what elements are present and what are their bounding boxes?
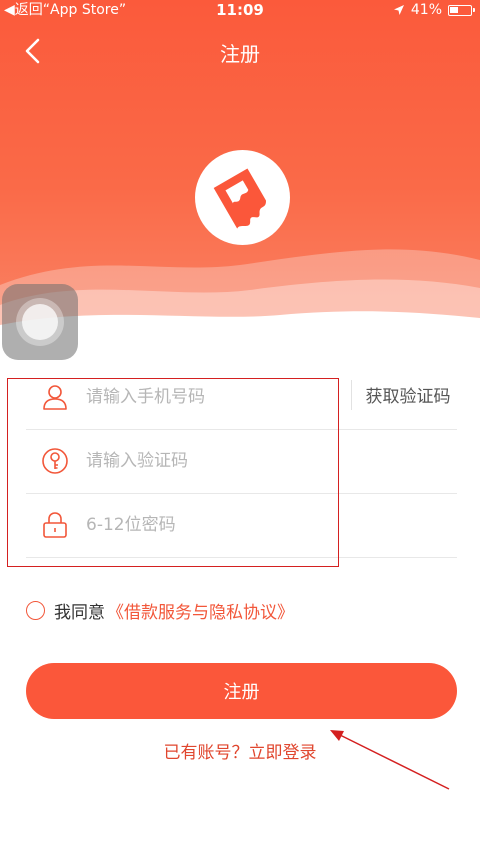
user-icon [43,385,67,410]
battery-fill [450,6,458,13]
password-input[interactable] [86,506,346,544]
assistive-touch-button[interactable] [2,284,78,360]
divider [351,380,352,410]
register-button[interactable]: 注册 [26,663,457,719]
status-bar: ◀返回“App Store” 11:09 41% [0,0,480,20]
agreement-row: 我同意 《借款服务与隐私协议》 [26,598,294,623]
phone-row: 获取验证码 [26,366,457,430]
page-title: 注册 [220,42,260,66]
app-logo [195,150,290,245]
agree-radio[interactable] [26,600,45,620]
login-link[interactable]: 已有账号？立即登录 [0,738,480,763]
agree-text: 我同意 [54,602,105,623]
code-row [26,430,457,494]
password-row [26,494,457,558]
app-logo-icon [213,168,266,229]
agreement-link[interactable]: 《借款服务与隐私协议》 [107,598,294,623]
battery-icon [448,4,475,16]
key-icon [42,448,68,474]
status-right: 41% [393,0,475,20]
assistive-touch-dot [22,304,58,340]
get-code-button[interactable]: 获取验证码 [359,380,457,414]
phone-input[interactable] [86,378,346,416]
code-input[interactable] [86,442,346,480]
lock-icon [43,512,67,538]
location-arrow-icon [393,5,404,15]
battery-percent: 41% [410,2,442,18]
